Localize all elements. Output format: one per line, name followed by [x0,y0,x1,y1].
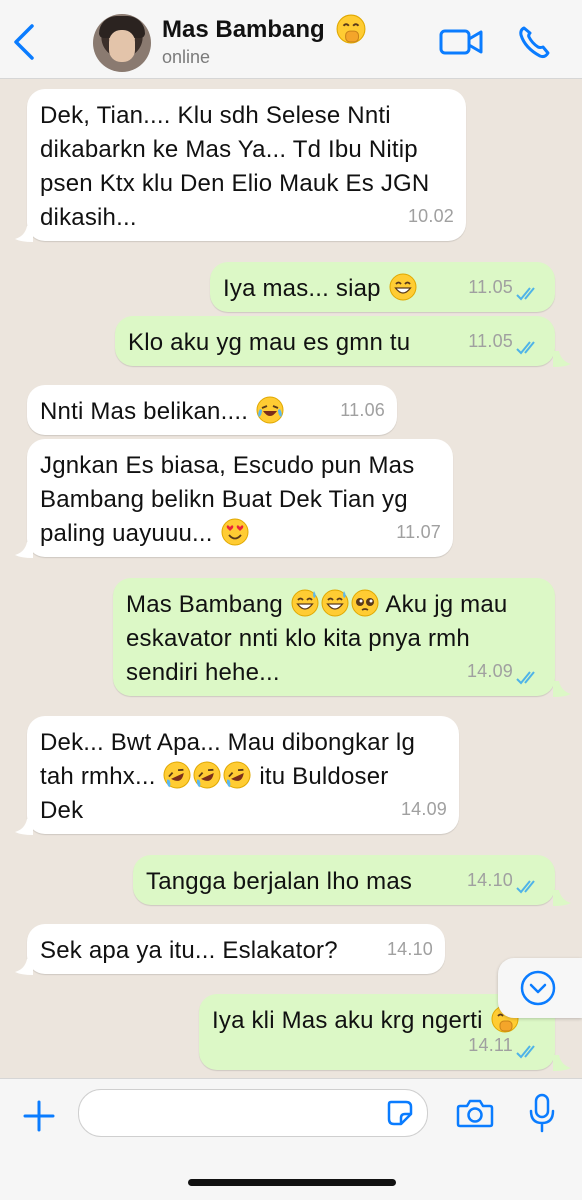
grinning-smiling-eyes-icon [389,273,417,301]
message-text: tah rmhx... [40,763,156,790]
message-incoming[interactable]: Dek... Bwt Apa... Mau dibongkar lg tah r… [27,716,459,834]
message-text: Dek, Tian.... Klu sdh Selese Nnti [40,102,391,129]
message-incoming[interactable]: Jgnkan Es biasa, Escudo pun Mas Bambang … [27,439,453,557]
grinning-sweat-icon [321,589,349,617]
message-text: Aku jg mau [385,591,508,618]
message-text: dikasih... [40,204,137,231]
message-text: psen Ktx klu Den Elio Mauk Es JGN [40,170,430,197]
message-text: Bambang belikn Buat Dek Tian yg [40,486,408,513]
read-ticks-icon [516,879,542,895]
pleading-face-icon [351,589,379,617]
message-incoming[interactable]: Dek, Tian.... Klu sdh Selese Nnti dikaba… [27,89,466,241]
message-time: 14.09 [400,799,447,819]
phone-icon[interactable] [516,24,556,60]
message-time: 14.09 [466,661,513,681]
bubble-tail [15,819,33,835]
message-outgoing[interactable]: Iya mas... siap 11.05 [210,262,555,312]
message-text: itu Buldoser [259,763,389,790]
rolling-on-floor-laughing-icon [163,761,191,789]
message-text: Iya kli Mas aku krg ngerti [212,1007,483,1034]
chat-header: Mas Bambang online [0,0,582,79]
home-indicator [188,1179,396,1186]
chevron-down-circle-icon [520,970,556,1006]
contact-name[interactable]: Mas Bambang [162,16,325,44]
message-text: Dek [40,797,84,824]
message-incoming[interactable]: Sek apa ya itu... Eslakator? 14.10 [27,924,445,974]
rolling-on-floor-laughing-icon [223,761,251,789]
message-time: 14.10 [386,939,433,959]
message-outgoing[interactable]: Mas Bambang Aku jg mau eskavator nnti kl… [113,578,555,696]
bubble-tail [15,542,33,558]
read-ticks-icon [516,1044,542,1060]
message-text: Tangga berjalan lho mas [146,868,413,895]
message-text: Sek apa ya itu... Eslakator? [40,937,338,964]
message-text: Klo aku yg mau es gmn tu [128,329,411,356]
message-time: 11.07 [396,522,441,542]
read-ticks-icon [516,670,542,686]
message-text: eskavator nnti klo kita pnya rmh [126,625,470,652]
message-incoming[interactable]: Nnti Mas belikan.... 11.06 [27,385,397,435]
message-text: paling uayuuu... [40,520,213,547]
face-with-tears-of-joy-icon [256,396,284,424]
bubble-tail [553,1055,571,1071]
message-time: 10.02 [407,206,454,226]
message-time: 14.10 [466,870,513,890]
read-ticks-icon [516,286,542,302]
bubble-tail [15,226,33,242]
message-time: 14.11 [468,1035,513,1055]
message-text: Mas Bambang [126,591,283,618]
chevron-left-icon[interactable] [8,22,42,62]
message-time: 11.06 [340,400,385,420]
message-outgoing[interactable]: Tangga berjalan lho mas 14.10 [133,855,555,905]
message-text: Jgnkan Es biasa, Escudo pun Mas [40,452,415,479]
message-text: dikabarkn ke Mas Ya... Td Ibu Nitip [40,136,418,163]
smiling-heart-eyes-icon [221,518,249,546]
plus-icon[interactable] [22,1099,56,1133]
message-input[interactable] [78,1089,428,1137]
bubble-tail [15,959,33,975]
bubble-tail [553,681,571,697]
rolling-on-floor-laughing-icon [193,761,221,789]
message-time: 11.05 [468,331,513,351]
microphone-icon[interactable] [528,1093,556,1133]
face-with-hand-over-mouth-icon [336,14,366,44]
camera-icon[interactable] [456,1097,494,1129]
message-text: Nnti Mas belikan.... [40,398,249,425]
video-camera-icon[interactable] [438,24,484,60]
message-outgoing[interactable]: Klo aku yg mau es gmn tu 11.05 [115,316,555,366]
message-text: Dek... Bwt Apa... Mau dibongkar lg [40,729,415,756]
avatar[interactable] [93,14,151,72]
bubble-tail [553,351,571,367]
bubble-tail [553,890,571,906]
scroll-to-bottom-button[interactable] [498,958,582,1018]
grinning-sweat-icon [291,589,319,617]
sticker-icon[interactable] [386,1099,414,1127]
message-text: Iya mas... siap [223,275,381,302]
message-time: 11.05 [468,277,513,297]
read-ticks-icon [516,340,542,356]
contact-status: online [162,47,211,67]
